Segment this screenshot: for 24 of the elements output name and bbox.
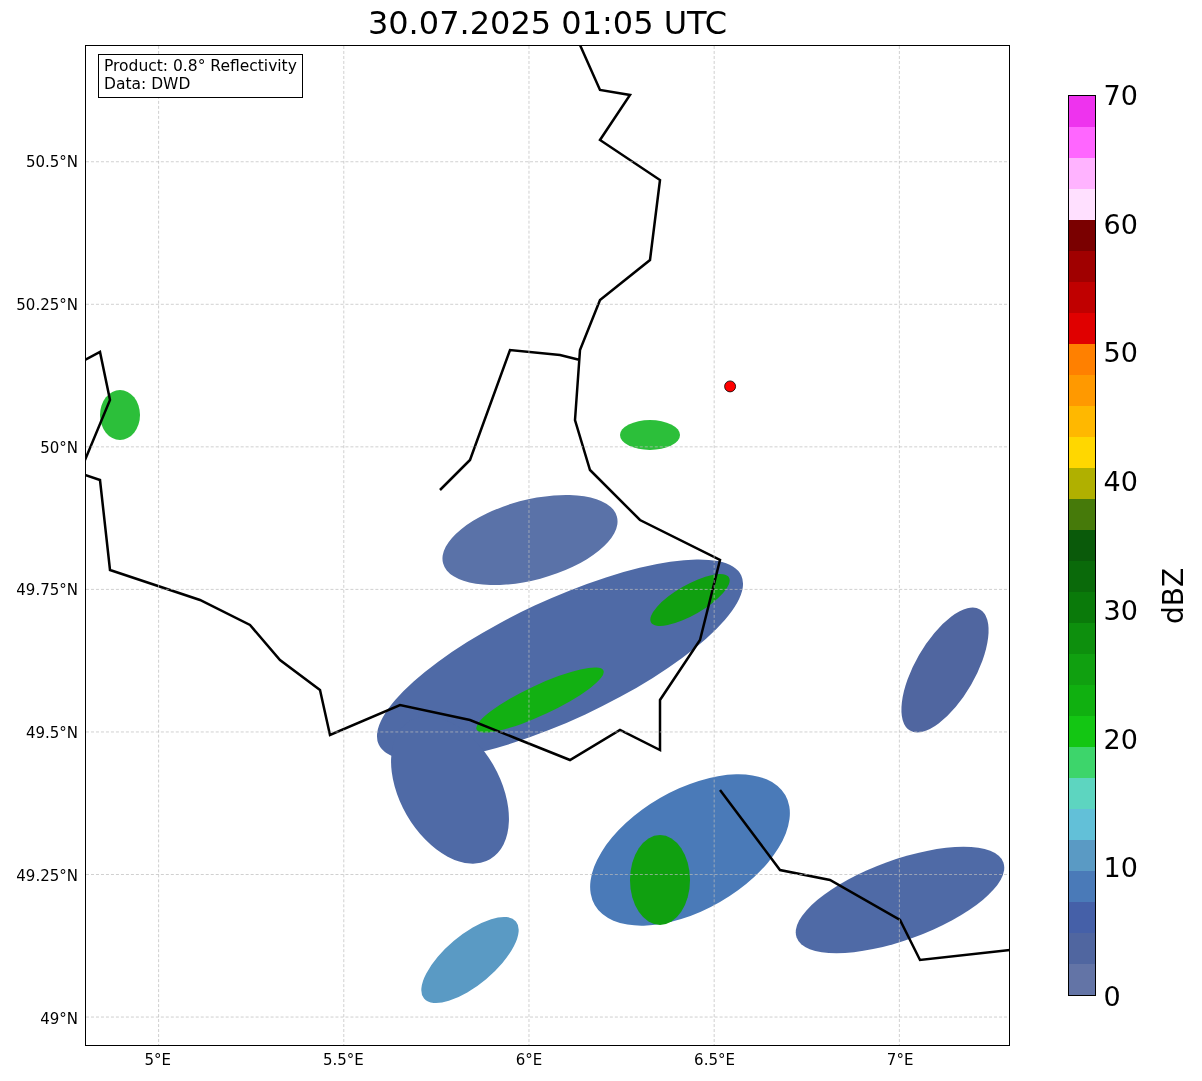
colorbar-tick-label: 40	[1103, 467, 1138, 495]
latitude-tick-label: 49.25°N	[16, 867, 78, 885]
latitude-tick-label: 50.25°N	[16, 296, 78, 314]
colorbar-label: dBZ	[1155, 567, 1191, 624]
colorbar-tick-label: 70	[1103, 81, 1138, 109]
longitude-tick-label: 5.5°E	[322, 1052, 364, 1069]
colorbar-tick-label: 50	[1103, 338, 1138, 366]
latitude-tick-label: 49.5°N	[25, 725, 78, 742]
colorbar-tick-label: 30	[1103, 596, 1138, 624]
latitude-tick-label: 49.75°N	[16, 582, 78, 599]
colorbar-tick-label: 60	[1103, 210, 1138, 238]
legend-text: Product: 0.8° Reflectivity	[104, 58, 297, 76]
latitude-tick-label: 49°N	[40, 1010, 78, 1028]
longitude-tick-label: 7°E	[886, 1052, 914, 1069]
colorbar-tick-label: 20	[1103, 725, 1138, 753]
chart-title: 30.07.2025 01:05 UTC	[366, 6, 729, 39]
legend-text: Data: DWD	[104, 75, 192, 94]
latitude-tick-label: 50.5°N	[25, 153, 78, 171]
longitude-tick-label: 6°E	[515, 1052, 543, 1069]
longitude-tick-label: 6.5°E	[694, 1052, 735, 1069]
colorbar-tick-label: 10	[1103, 853, 1138, 881]
colorbar-tick-label: 0	[1103, 982, 1121, 1010]
longitude-tick-label: 5°E	[144, 1052, 171, 1069]
latitude-tick-label: 50°N	[40, 439, 78, 456]
